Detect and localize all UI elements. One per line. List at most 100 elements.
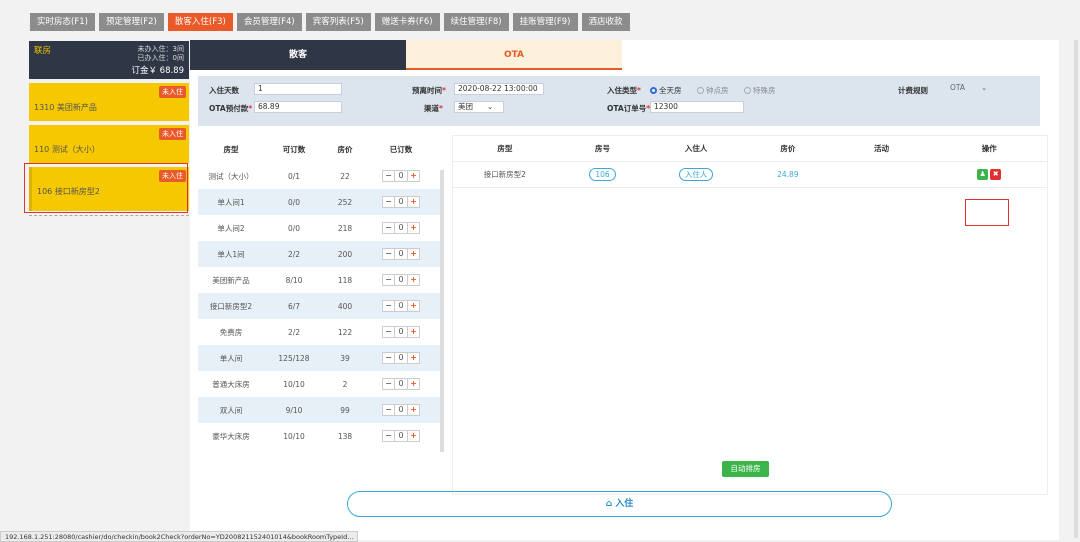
tab-walk-in[interactable]: 散客 (190, 40, 406, 70)
nav-tab[interactable]: 散客入住(F3) (167, 13, 233, 31)
room-price[interactable]: 24.89 (744, 170, 832, 179)
status-badge: 未入住 (159, 128, 186, 140)
minus-button[interactable]: − (383, 379, 395, 389)
quantity-value[interactable]: 0 (395, 327, 407, 337)
quantity-value[interactable]: 0 (395, 353, 407, 363)
quantity-stepper[interactable]: −0 + (382, 352, 420, 364)
table-cell: 0/1 (287, 171, 301, 181)
quantity-cell: −0 + (366, 274, 436, 286)
nav-tab[interactable]: 赠送卡券(F6) (374, 13, 440, 31)
table-cell: 122 (337, 327, 353, 337)
quantity-value[interactable]: 0 (395, 275, 407, 285)
plus-button[interactable]: + (407, 431, 419, 441)
assigned-rooms-table: 房型 房号 入住人 房价 活动 操作 接口新房型2 106 入住人 24.89 … (452, 135, 1048, 495)
table-cell: 252 (337, 197, 353, 207)
plus-button[interactable]: + (407, 379, 419, 389)
table-cell: 单人间2 (217, 223, 245, 233)
quantity-cell: −0 + (366, 430, 436, 442)
minus-button[interactable]: − (383, 327, 395, 337)
leave-time-input[interactable]: 2020-08-22 13:00:00 (454, 83, 544, 95)
quantity-stepper[interactable]: −0 + (382, 170, 420, 182)
plus-button[interactable]: + (407, 301, 419, 311)
quantity-value[interactable]: 0 (395, 301, 407, 311)
minus-button[interactable]: − (383, 171, 395, 181)
minus-button[interactable]: − (383, 223, 395, 233)
table-cell: 2 (342, 379, 348, 389)
app-root: 实时房态(F1) 预定管理(F2) 散客入住(F3) 会员管理(F4) 宾客列表(F5)… (0, 0, 1080, 542)
quantity-stepper[interactable]: −0 + (382, 196, 420, 208)
plus-button[interactable]: + (407, 249, 419, 259)
quantity-stepper[interactable]: −0 + (382, 326, 420, 338)
channel-select[interactable]: 美团 ⌄ (454, 101, 504, 113)
quantity-stepper[interactable]: −0 + (382, 300, 420, 312)
radio-full-day[interactable]: 全天房 (650, 85, 682, 96)
nav-tab[interactable]: 会员管理(F4) (236, 13, 302, 31)
group-card[interactable]: 联房 未办入住：3间 已办入住：0间 订金￥ 68.89 (29, 41, 189, 79)
minus-button[interactable]: − (383, 405, 395, 415)
days-input[interactable]: 1 (254, 83, 342, 95)
quantity-stepper[interactable]: −0 + (382, 430, 420, 442)
room-card[interactable]: 未入住 1310 美团新产品 (29, 83, 189, 121)
nav-tab[interactable]: 挂账管理(F9) (512, 13, 578, 31)
quantity-value[interactable]: 0 (395, 379, 407, 389)
plus-button[interactable]: + (407, 171, 419, 181)
prepaid-input[interactable]: 68.89 (254, 101, 342, 113)
table-cell: 39 (340, 353, 350, 363)
quantity-value[interactable]: 0 (395, 197, 407, 207)
minus-button[interactable]: − (383, 353, 395, 363)
nav-tab[interactable]: 预定管理(F2) (98, 13, 164, 31)
nav-tab[interactable]: 宾客列表(F5) (305, 13, 371, 31)
quantity-stepper[interactable]: −0 + (382, 222, 420, 234)
tab-ota[interactable]: OTA (406, 40, 622, 70)
quantity-value[interactable]: 0 (395, 405, 407, 415)
quantity-value[interactable]: 0 (395, 223, 407, 233)
table-cell: 0/0 (287, 197, 301, 207)
room-card[interactable]: 未入住 110 测试（大小） (29, 125, 189, 163)
minus-button[interactable]: − (383, 197, 395, 207)
quantity-value[interactable]: 0 (395, 171, 407, 181)
nav-tab[interactable]: 实时房态(F1) (30, 13, 95, 31)
table-cell: 免费房 (219, 327, 243, 337)
quantity-stepper[interactable]: −0 + (382, 274, 420, 286)
plus-button[interactable]: + (407, 353, 419, 363)
delete-icon[interactable]: ✖ (990, 169, 1002, 180)
selection-highlight (24, 163, 188, 213)
plus-button[interactable]: + (407, 275, 419, 285)
quantity-value[interactable]: 0 (395, 249, 407, 259)
table-cell: 138 (337, 431, 353, 441)
chevron-down-icon: ⌄ (981, 83, 988, 92)
guest-pill[interactable]: 入住人 (678, 168, 714, 181)
quantity-value[interactable]: 0 (395, 431, 407, 441)
plus-button[interactable]: + (407, 405, 419, 415)
minus-button[interactable]: − (383, 301, 395, 311)
nav-tab[interactable]: 续住管理(F8) (443, 13, 509, 31)
table-cell: 22 (340, 171, 350, 181)
quantity-stepper[interactable]: −0 + (382, 248, 420, 260)
column-header: 已订数 (389, 144, 413, 154)
room-number-pill[interactable]: 106 (589, 168, 616, 181)
col-type: 房型 (497, 144, 513, 153)
scrollbar[interactable] (440, 170, 444, 452)
order-input[interactable]: 12300 (650, 101, 744, 113)
minus-button[interactable]: − (383, 431, 395, 441)
plus-button[interactable]: + (407, 223, 419, 233)
table-cell: 单人1间 (217, 249, 245, 259)
quantity-stepper[interactable]: −0 + (382, 378, 420, 390)
table-cell: 200 (337, 249, 353, 259)
radio-special[interactable]: 特殊房 (744, 85, 776, 96)
plus-button[interactable]: + (407, 327, 419, 337)
table-cell: 美团新产品 (212, 275, 250, 285)
table-cell: 9/10 (285, 405, 303, 415)
plus-button[interactable]: + (407, 197, 419, 207)
add-guest-icon[interactable]: ♟ (977, 169, 989, 180)
checkin-button[interactable]: ⌂ 入住 (347, 491, 892, 517)
billing-rule-select[interactable]: OTA ⌄ (946, 82, 1010, 94)
minus-button[interactable]: − (383, 275, 395, 285)
auto-assign-button[interactable]: 自动排房 (722, 461, 769, 477)
nav-tab[interactable]: 酒店收款 (581, 13, 630, 31)
radio-hourly[interactable]: 钟点房 (697, 85, 729, 96)
quantity-stepper[interactable]: −0 + (382, 404, 420, 416)
table-cell: 2/2 (287, 249, 301, 259)
page-scrollbar[interactable] (1074, 40, 1078, 538)
minus-button[interactable]: − (383, 249, 395, 259)
